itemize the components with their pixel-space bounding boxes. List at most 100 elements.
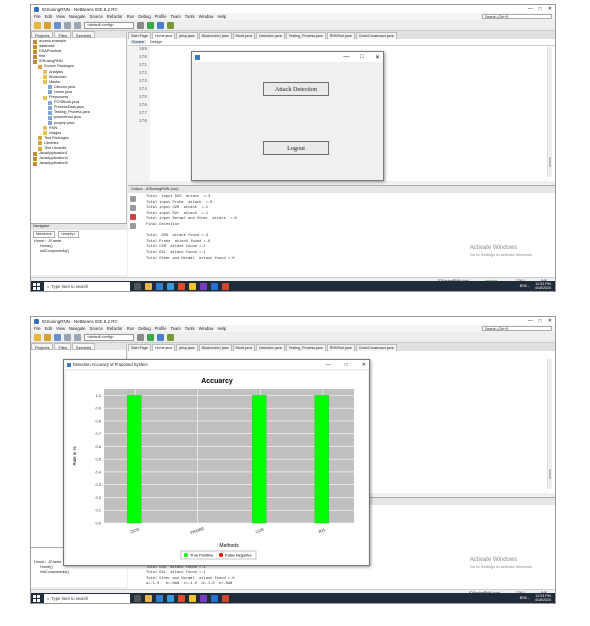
task-view-icon[interactable] <box>134 282 141 290</box>
ide-search-input[interactable]: Search (Ctrl+I) <box>482 14 552 19</box>
config-select[interactable]: <default config> <box>84 333 134 341</box>
debug-icon[interactable] <box>157 21 164 29</box>
navigator-item[interactable]: initComponents() <box>34 249 127 254</box>
close-button[interactable]: ✕ <box>548 6 552 12</box>
menu-source[interactable]: Source <box>90 326 103 331</box>
editor-tab[interactable]: pbsp.java <box>176 32 198 39</box>
navigator-item[interactable]: initComponents() <box>34 570 127 575</box>
maximize-button[interactable]: □ <box>539 318 542 324</box>
menu-profile[interactable]: Profile <box>155 326 167 331</box>
new-project-icon[interactable] <box>34 333 41 341</box>
profile-icon[interactable] <box>167 333 174 341</box>
redo-icon[interactable] <box>74 333 81 341</box>
undo-icon[interactable] <box>64 21 71 29</box>
menu-file[interactable]: File <box>34 14 41 19</box>
editor-tab[interactable]: Home.java <box>151 32 176 39</box>
visual-studio-icon[interactable] <box>200 594 207 602</box>
menu-run[interactable]: Run <box>127 14 135 19</box>
clock[interactable]: 12:02 PM 4/18/2024 <box>535 282 551 290</box>
close-button[interactable]: ✕ <box>375 54 380 61</box>
editor-tab[interactable]: Start Page <box>128 32 151 39</box>
taskbar-search[interactable]: ⌕ Type here to search <box>44 593 130 603</box>
menu-source[interactable]: Source <box>90 14 103 19</box>
run-icon[interactable] <box>147 21 154 29</box>
profile-icon[interactable] <box>167 21 174 29</box>
editor-scrollbar[interactable] <box>547 47 552 177</box>
settings-icon[interactable] <box>130 223 136 229</box>
tab-services[interactable]: Services <box>71 343 96 350</box>
store-icon[interactable] <box>167 282 174 290</box>
menu-refactor[interactable]: Refactor <box>107 14 123 19</box>
editor-tab[interactable]: ChainConsensus.java <box>355 32 397 39</box>
close-button[interactable]: ✕ <box>548 318 552 324</box>
minimize-button[interactable]: — <box>528 6 533 12</box>
editor-tab[interactable]: Start Page <box>128 344 151 351</box>
menu-help[interactable]: Help <box>217 326 226 331</box>
menu-view[interactable]: View <box>56 326 65 331</box>
members-select[interactable]: Members <box>33 231 55 238</box>
debug-icon[interactable] <box>157 333 164 341</box>
visual-studio-icon[interactable] <box>200 282 207 290</box>
run-icon[interactable] <box>147 333 154 341</box>
file-explorer-icon[interactable] <box>145 594 152 602</box>
editor-tab[interactable]: Blockchain1.java <box>198 32 232 39</box>
menu-view[interactable]: View <box>56 14 65 19</box>
office-icon[interactable] <box>178 282 185 290</box>
menu-edit[interactable]: Edit <box>45 326 52 331</box>
edge-icon[interactable] <box>156 594 163 602</box>
store-icon[interactable] <box>167 594 174 602</box>
editor-tab[interactable]: Block.java <box>232 344 255 351</box>
minimize-button[interactable]: — <box>326 362 331 368</box>
tab-services[interactable]: Services <box>71 31 96 38</box>
tree-item[interactable]: JavaApplication5 <box>33 161 124 166</box>
taskbar-search[interactable]: ⌕ Type here to search <box>44 281 130 291</box>
chrome-icon[interactable] <box>189 594 196 602</box>
office-icon[interactable] <box>178 594 185 602</box>
stop-icon[interactable] <box>130 214 136 220</box>
menu-debug[interactable]: Debug <box>138 14 150 19</box>
open-project-icon[interactable] <box>44 333 51 341</box>
editor-tab[interactable]: ChainConsensus.java <box>355 344 397 351</box>
ide-search-input[interactable]: Search (Ctrl+I) <box>482 326 552 331</box>
editor-tab[interactable]: Testing_Process.java <box>285 32 326 39</box>
task-view-icon[interactable] <box>134 594 141 602</box>
menu-team[interactable]: Team <box>171 14 181 19</box>
menu-profile[interactable]: Profile <box>155 14 167 19</box>
editor-tab[interactable]: Testing_Process.java <box>285 344 326 351</box>
powerpoint-icon[interactable] <box>222 282 229 290</box>
open-project-icon[interactable] <box>44 21 51 29</box>
attack-detection-button[interactable]: Attack Detection <box>263 82 329 96</box>
menu-file[interactable]: File <box>34 326 41 331</box>
editor-tab[interactable]: Home.java <box>151 344 176 351</box>
maximize-button[interactable]: □ <box>345 362 348 368</box>
tab-design[interactable]: Design <box>148 40 164 44</box>
menu-tools[interactable]: Tools <box>185 326 195 331</box>
windows-start-icon[interactable] <box>33 282 40 290</box>
tab-files[interactable]: Files <box>54 31 71 38</box>
menu-navigate[interactable]: Navigate <box>69 14 86 19</box>
save-icon[interactable] <box>54 21 61 29</box>
menu-debug[interactable]: Debug <box>138 326 150 331</box>
file-explorer-icon[interactable] <box>145 282 152 290</box>
ticker-text[interactable]: BSE... <box>520 596 530 600</box>
tab-projects[interactable]: Projects <box>31 343 54 350</box>
word-icon[interactable] <box>211 594 218 602</box>
editor-tab[interactable]: RNNTest.java <box>326 344 355 351</box>
maximize-button[interactable]: □ <box>539 6 542 12</box>
editor-tab[interactable]: pbsp.java <box>176 344 198 351</box>
tab-projects[interactable]: Projects <box>31 31 54 38</box>
word-icon[interactable] <box>211 282 218 290</box>
menu-refactor[interactable]: Refactor <box>107 326 123 331</box>
menu-help[interactable]: Help <box>217 14 226 19</box>
build-icon[interactable] <box>137 21 144 29</box>
menu-window[interactable]: Window <box>199 14 214 19</box>
rerun-icon[interactable] <box>130 205 136 211</box>
empty-select[interactable]: <empty> <box>57 231 79 238</box>
editor-tab[interactable]: Detection.java <box>255 32 285 39</box>
redo-icon[interactable] <box>74 21 81 29</box>
menu-tools[interactable]: Tools <box>185 14 195 19</box>
maximize-button[interactable]: □ <box>360 54 364 61</box>
rerun-icon[interactable] <box>130 196 136 202</box>
menu-run[interactable]: Run <box>127 326 135 331</box>
config-select[interactable]: <default config> <box>84 21 134 29</box>
